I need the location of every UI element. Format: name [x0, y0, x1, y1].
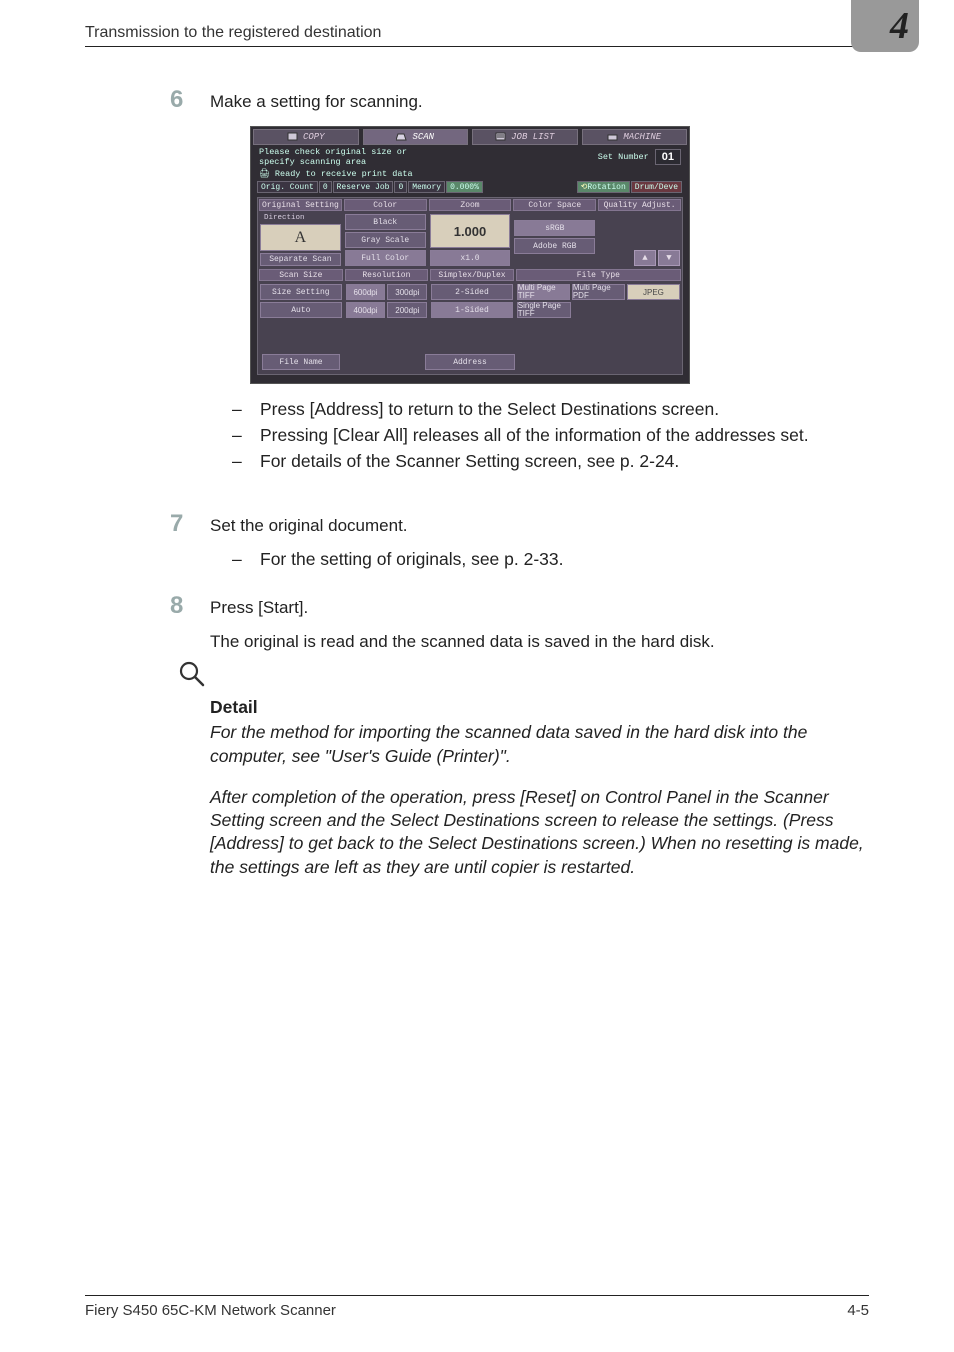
direction-label: Direction: [260, 214, 341, 222]
quality-up-button[interactable]: ▲: [634, 250, 656, 266]
footer-page: 4-5: [847, 1302, 869, 1319]
message-line-2: specify scanning area: [259, 157, 407, 167]
scanner-setting-screenshot: COPY SCAN JOB LIST MACHINE Please check …: [250, 126, 690, 384]
res-300-button[interactable]: 300dpi: [387, 284, 427, 300]
orig-count-label: Orig. Count: [257, 181, 318, 193]
memory-label: Memory: [408, 181, 445, 193]
address-button[interactable]: Address: [425, 354, 515, 370]
hdr-scan-size: Scan Size: [259, 269, 343, 281]
hdr-original-setting[interactable]: Original Setting: [259, 199, 342, 211]
chapter-number: 4: [890, 4, 909, 48]
ft-multi-pdf-button[interactable]: Multi Page PDF: [572, 284, 625, 300]
size-setting-button[interactable]: Size Setting: [260, 284, 342, 300]
ft-jpeg-button[interactable]: JPEG: [627, 284, 680, 300]
running-header: Transmission to the registered destinati…: [85, 24, 381, 42]
separate-scan-button[interactable]: Separate Scan: [260, 253, 341, 266]
ft-multi-tiff-button[interactable]: Multi Page TIFF: [517, 284, 570, 300]
detail-heading: Detail: [210, 696, 872, 719]
scan-icon: [396, 132, 408, 142]
color-black-button[interactable]: Black: [345, 214, 426, 230]
res-600-button[interactable]: 600dpi: [346, 284, 386, 300]
hdr-zoom: Zoom: [429, 199, 512, 211]
message-row: Please check original size or specify sc…: [251, 145, 689, 169]
tab-scan[interactable]: SCAN: [363, 129, 469, 145]
tab-scan-label: SCAN: [412, 132, 434, 142]
quality-down-button[interactable]: ▼: [658, 250, 680, 266]
step-7-number: 7: [170, 510, 183, 538]
detail-paragraph-2: After completion of the operation, press…: [210, 786, 872, 879]
set-number-value: 01: [655, 149, 681, 165]
step-6-number: 6: [170, 86, 183, 114]
drum-indicator: Drum/Deve: [631, 181, 682, 193]
chapter-tab: 4: [851, 0, 919, 52]
step-7-bullets: –For the setting of originals, see p. 2-…: [232, 548, 872, 574]
settings-panel: Original Setting Color Zoom Color Space …: [257, 197, 683, 375]
size-auto-button[interactable]: Auto: [260, 302, 342, 318]
detail-paragraph-1: For the method for importing the scanned…: [210, 721, 872, 768]
color-full-button[interactable]: Full Color: [345, 250, 426, 266]
reserve-job-label: Reserve Job: [333, 181, 394, 193]
machine-icon: [607, 132, 619, 142]
printer-status-row: 🖨 Ready to receive print data: [251, 169, 689, 181]
printer-status-text: Ready to receive print data: [275, 169, 681, 179]
footer-product: Fiery S450 65C-KM Network Scanner: [85, 1302, 336, 1319]
footer-rule: [85, 1295, 869, 1296]
magnifier-icon: [178, 660, 206, 688]
step-6-bullets: –Press [Address] to return to the Select…: [232, 398, 872, 476]
joblist-icon: [495, 132, 507, 142]
header-row-2: Scan Size Resolution Simplex/Duplex File…: [258, 268, 682, 282]
direction-A-glyph: A: [295, 229, 307, 247]
hdr-quality-adjust[interactable]: Quality Adjust.: [598, 199, 681, 211]
color-gray-button[interactable]: Gray Scale: [345, 232, 426, 248]
duplex-1sided-button[interactable]: 1-Sided: [431, 302, 513, 318]
printer-icon: 🖨: [259, 169, 270, 179]
set-number: Set Number 01: [598, 149, 681, 165]
zoom-x1-button[interactable]: x1.0: [430, 250, 511, 266]
hdr-color: Color: [344, 199, 427, 211]
tab-machine[interactable]: MACHINE: [582, 129, 688, 145]
hdr-file-type: File Type: [516, 269, 681, 281]
bullet-text: Pressing [Clear All] releases all of the…: [260, 424, 872, 447]
step-7-text: Set the original document.: [210, 516, 408, 536]
res-200-button[interactable]: 200dpi: [387, 302, 427, 318]
detail-section: Detail For the method for importing the …: [210, 696, 872, 879]
step-6-text: Make a setting for scanning.: [210, 92, 423, 112]
mode-tabbar: COPY SCAN JOB LIST MACHINE: [251, 127, 689, 145]
step-8-text: Press [Start].: [210, 598, 308, 618]
res-400-button[interactable]: 400dpi: [346, 302, 386, 318]
bullet-text: For details of the Scanner Setting scree…: [260, 450, 872, 473]
tab-copy[interactable]: COPY: [253, 129, 359, 145]
header-rule: [85, 46, 869, 47]
duplex-2sided-button[interactable]: 2-Sided: [431, 284, 513, 300]
bullet-text: Press [Address] to return to the Select …: [260, 398, 872, 421]
message-line-1: Please check original size or: [259, 147, 407, 157]
zoom-value: 1.000: [430, 214, 511, 248]
set-number-label: Set Number: [598, 152, 649, 162]
hdr-color-space: Color Space: [513, 199, 596, 211]
status-bar: Orig. Count 0 Reserve Job 0 Memory 0.000…: [257, 181, 683, 193]
ft-single-tiff-button[interactable]: Single Page TIFF: [517, 302, 571, 318]
direction-button[interactable]: A: [260, 224, 341, 251]
step-8-number: 8: [170, 592, 183, 620]
orig-count-value: 0: [319, 181, 332, 193]
hdr-simplex-duplex: Simplex/Duplex: [430, 269, 514, 281]
tab-joblist[interactable]: JOB LIST: [472, 129, 578, 145]
rotation-indicator: ⟲Rotation: [577, 181, 630, 193]
step-8-result: The original is read and the scanned dat…: [210, 632, 872, 652]
tab-copy-label: COPY: [303, 132, 325, 142]
header-row-1: Original Setting Color Zoom Color Space …: [258, 198, 682, 212]
file-name-button[interactable]: File Name: [262, 354, 340, 370]
cspace-adobe-button[interactable]: Adobe RGB: [514, 238, 595, 254]
reserve-job-value: 0: [394, 181, 407, 193]
tab-machine-label: MACHINE: [623, 132, 661, 142]
hdr-resolution: Resolution: [345, 269, 429, 281]
bullet-text: For the setting of originals, see p. 2-3…: [260, 548, 872, 571]
cspace-srgb-button[interactable]: sRGB: [514, 220, 595, 236]
memory-value: 0.000%: [446, 181, 483, 193]
copy-icon: [287, 132, 299, 142]
tab-joblist-label: JOB LIST: [511, 132, 554, 142]
